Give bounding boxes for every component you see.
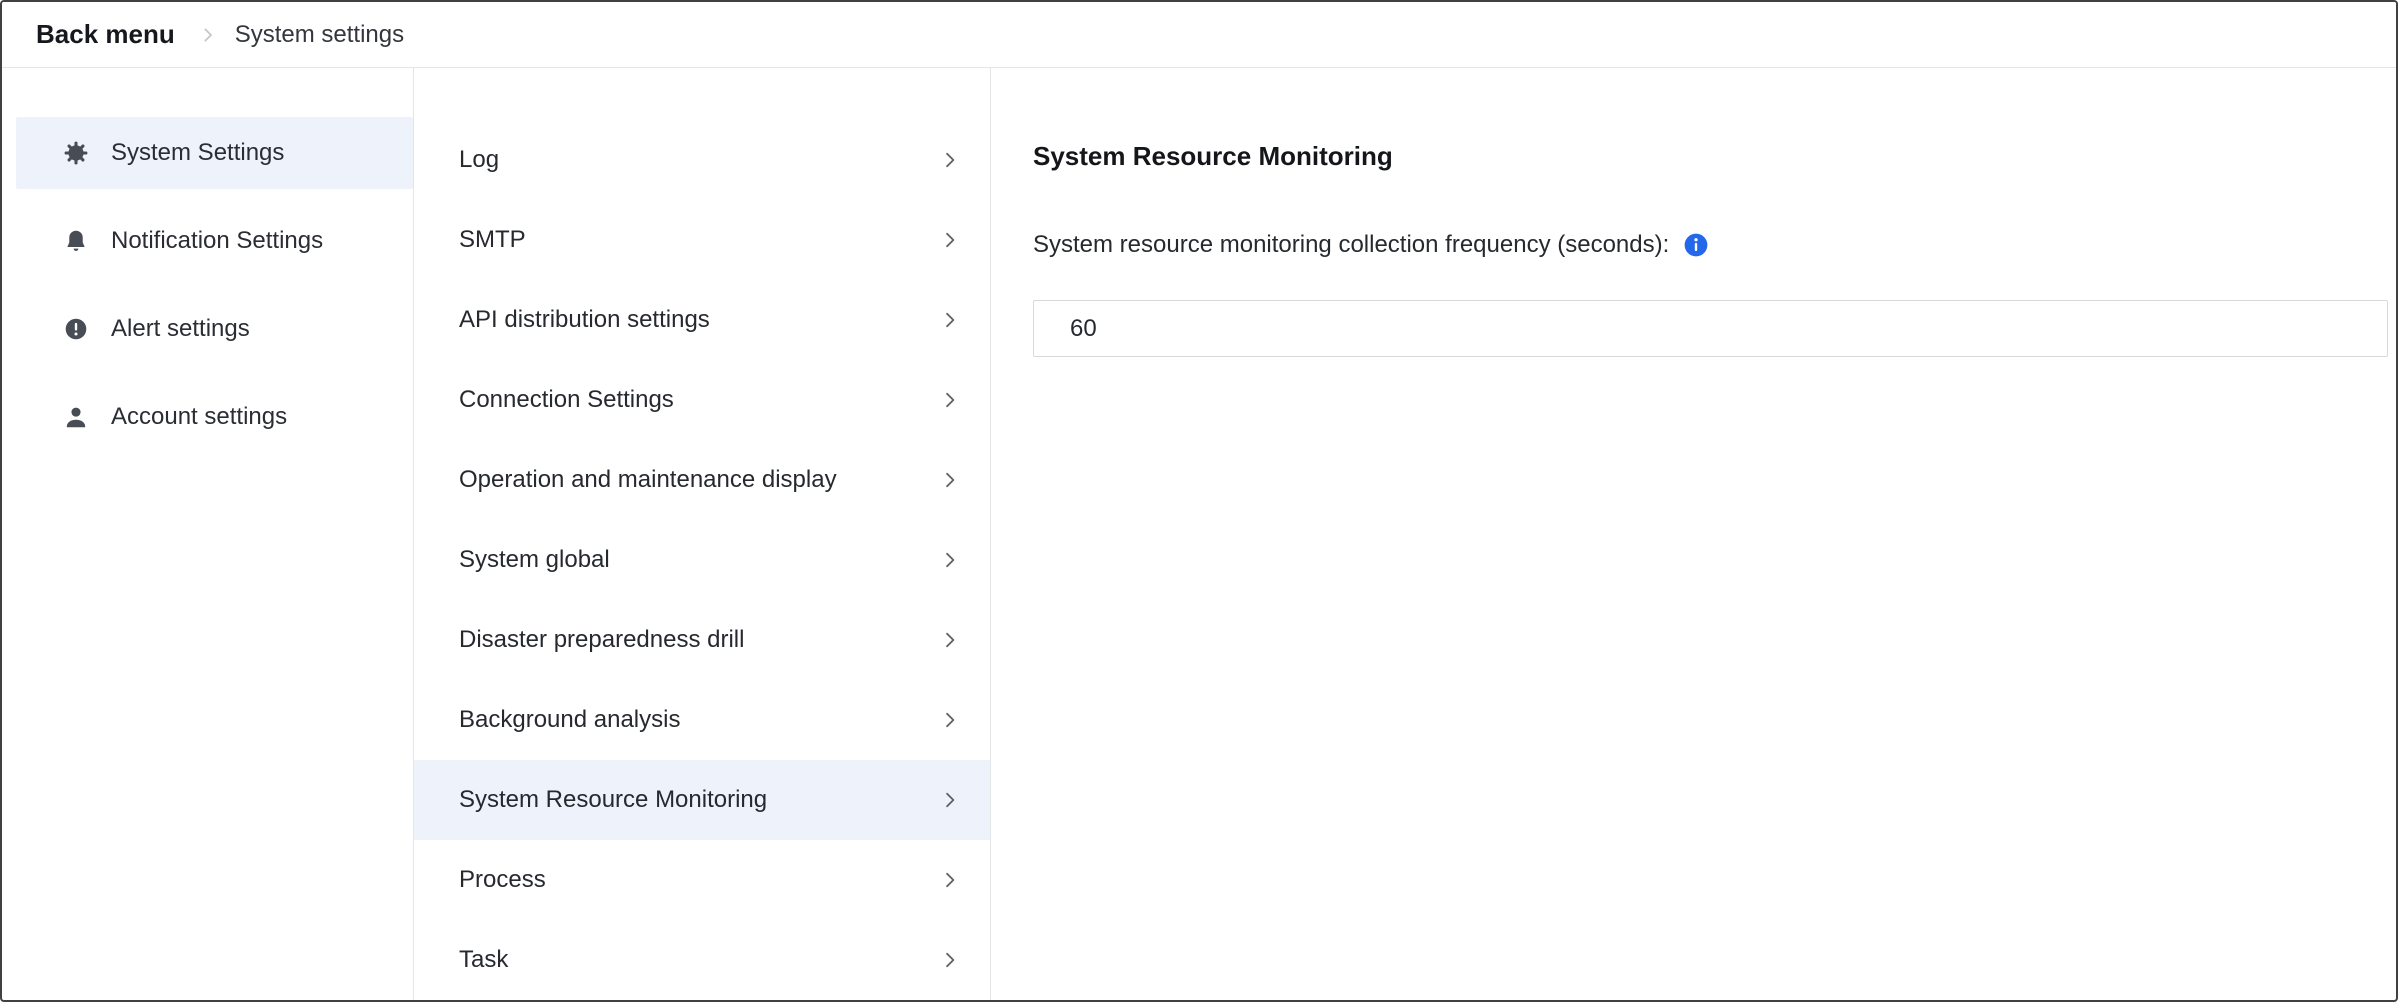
main-content: System Resource Monitoring System resour… xyxy=(991,68,2396,1000)
bell-icon xyxy=(63,228,89,254)
chevron-right-separator-icon xyxy=(199,26,217,44)
menu-item-label: Process xyxy=(459,866,546,894)
body-row: System Settings Notification Settings xyxy=(2,68,2396,1000)
settings-page: Back menu System settings xyxy=(0,0,2398,1002)
frequency-field-label: System resource monitoring collection fr… xyxy=(1033,231,1669,259)
menu-item-label: Disaster preparedness drill xyxy=(459,626,744,654)
sidebar-item-label: System Settings xyxy=(111,139,284,167)
menu-item-label: System Resource Monitoring xyxy=(459,786,767,814)
breadcrumb-back-link[interactable]: Back menu xyxy=(36,19,175,50)
sidebar-item-alert-settings[interactable]: Alert settings xyxy=(16,293,413,365)
menu-item-smtp[interactable]: SMTP xyxy=(414,200,990,280)
menu-item-task[interactable]: Task xyxy=(414,920,990,1000)
menu-item-api-distribution-settings[interactable]: API distribution settings xyxy=(414,280,990,360)
menu-item-operation-and-maintenance-display[interactable]: Operation and maintenance display xyxy=(414,440,990,520)
menu-item-label: Operation and maintenance display xyxy=(459,466,837,494)
page-title: System Resource Monitoring xyxy=(1033,141,2388,172)
chevron-right-icon xyxy=(940,150,960,170)
sidebar-item-label: Alert settings xyxy=(111,315,250,343)
menu-item-label: Task xyxy=(459,946,508,974)
menu-item-system-global[interactable]: System global xyxy=(414,520,990,600)
menu-item-log[interactable]: Log xyxy=(414,120,990,200)
user-icon xyxy=(63,404,89,430)
settings-menu: Log SMTP API distribution settings Conne… xyxy=(414,68,991,1000)
menu-item-label: Log xyxy=(459,146,499,174)
menu-item-background-analysis[interactable]: Background analysis xyxy=(414,680,990,760)
chevron-right-icon xyxy=(940,790,960,810)
chevron-right-icon xyxy=(940,950,960,970)
menu-item-connection-settings[interactable]: Connection Settings xyxy=(414,360,990,440)
chevron-right-icon xyxy=(940,310,960,330)
chevron-right-icon xyxy=(940,870,960,890)
chevron-right-icon xyxy=(940,470,960,490)
breadcrumb: Back menu System settings xyxy=(2,2,2396,68)
frequency-input[interactable] xyxy=(1033,300,2388,357)
info-circle-icon[interactable] xyxy=(1683,232,1709,258)
sidebar-item-label: Notification Settings xyxy=(111,227,323,255)
menu-item-disaster-preparedness-drill[interactable]: Disaster preparedness drill xyxy=(414,600,990,680)
sidebar-item-label: Account settings xyxy=(111,403,287,431)
chevron-right-icon xyxy=(940,230,960,250)
field-label-row: System resource monitoring collection fr… xyxy=(1033,231,2388,259)
chevron-right-icon xyxy=(940,710,960,730)
menu-item-label: SMTP xyxy=(459,226,526,254)
chevron-right-icon xyxy=(940,550,960,570)
sidebar: System Settings Notification Settings xyxy=(2,68,414,1000)
sidebar-item-account-settings[interactable]: Account settings xyxy=(16,381,413,453)
menu-item-label: API distribution settings xyxy=(459,306,710,334)
menu-item-label: Connection Settings xyxy=(459,386,674,414)
sidebar-item-notification-settings[interactable]: Notification Settings xyxy=(16,205,413,277)
chevron-right-icon xyxy=(940,390,960,410)
chevron-right-icon xyxy=(940,630,960,650)
menu-item-label: Background analysis xyxy=(459,706,680,734)
gear-icon xyxy=(63,140,89,166)
menu-item-system-resource-monitoring[interactable]: System Resource Monitoring xyxy=(414,760,990,840)
alert-circle-icon xyxy=(63,316,89,342)
sidebar-item-system-settings[interactable]: System Settings xyxy=(16,117,413,189)
menu-item-label: System global xyxy=(459,546,610,574)
menu-item-process[interactable]: Process xyxy=(414,840,990,920)
breadcrumb-current: System settings xyxy=(235,21,404,49)
